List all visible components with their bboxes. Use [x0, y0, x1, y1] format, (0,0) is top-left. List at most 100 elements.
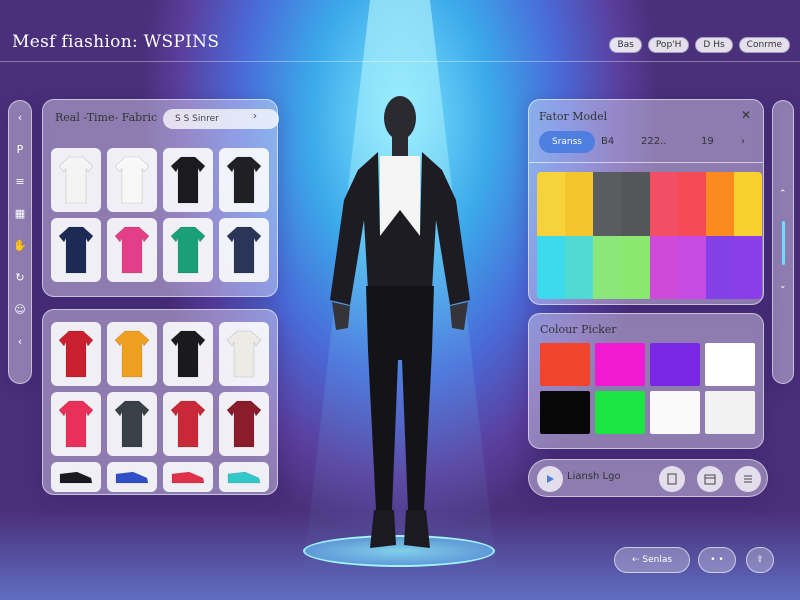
color-picker-grid — [540, 343, 755, 434]
palette-swatch[interactable] — [677, 172, 706, 236]
top-button-4[interactable]: Conrme — [738, 37, 790, 53]
chevron-down-icon[interactable]: ⌄ — [779, 281, 787, 291]
model-value-3: 19 — [701, 136, 714, 147]
hand-icon[interactable]: ✋ — [12, 237, 28, 255]
fabric-grid — [51, 148, 269, 282]
clothing-item[interactable] — [51, 392, 101, 456]
play-icon[interactable] — [537, 466, 563, 492]
close-icon[interactable]: ✕ — [741, 108, 751, 122]
clothing-item[interactable] — [107, 392, 157, 456]
chevron-up-icon[interactable]: ⌃ — [779, 189, 787, 199]
palette-swatch[interactable] — [677, 235, 706, 299]
color-swatch[interactable] — [705, 343, 755, 386]
person-icon[interactable]: P — [12, 141, 28, 159]
collapse-icon[interactable]: ‹ — [12, 333, 28, 351]
clothing-item[interactable] — [51, 322, 101, 386]
chevron-left-icon[interactable]: ‹ — [12, 109, 28, 127]
top-bar: Mesf fiashion: WSPINS Bas Pop'H D Hs Con… — [0, 0, 800, 62]
color-swatch[interactable] — [705, 391, 755, 434]
fabric-item[interactable] — [51, 148, 101, 212]
scroll-indicator[interactable] — [782, 221, 785, 265]
color-swatch[interactable] — [650, 391, 700, 434]
palette-swatch[interactable] — [705, 235, 734, 299]
clothing-panel — [42, 309, 278, 495]
top-button-1[interactable]: Bas — [609, 37, 642, 53]
model-panel-title: Fator Model — [539, 110, 608, 123]
palette-swatch[interactable] — [733, 235, 762, 299]
shoe-item[interactable] — [219, 462, 269, 492]
garment-icon — [226, 330, 262, 378]
color-picker-title: Colour Picker — [540, 323, 617, 336]
palette-swatch[interactable] — [593, 235, 622, 299]
palette-swatch[interactable] — [565, 235, 594, 299]
fabric-item[interactable] — [163, 218, 213, 282]
top-button-2[interactable]: Pop'H — [647, 37, 690, 53]
action-bar: Liansh Lgo — [528, 459, 768, 497]
palette-swatch[interactable] — [621, 172, 650, 236]
garment-icon — [58, 330, 94, 378]
palette-swatch[interactable] — [733, 172, 762, 236]
color-swatch[interactable] — [595, 343, 645, 386]
chevron-right-icon[interactable]: › — [741, 131, 745, 153]
fabric-item[interactable] — [219, 218, 269, 282]
fabric-item[interactable] — [219, 148, 269, 212]
garment-icon — [58, 400, 94, 448]
fabric-item[interactable] — [51, 218, 101, 282]
garment-icon — [170, 330, 206, 378]
palette-swatch[interactable] — [537, 172, 566, 236]
shoe-icon — [227, 471, 261, 484]
color-picker-panel: Colour Picker — [528, 313, 764, 449]
avatar-icon[interactable]: ☺ — [12, 301, 28, 319]
top-actions: Bas Pop'H D Hs Conrme — [609, 37, 790, 53]
arrow-icon: ⇠ — [631, 555, 643, 565]
color-swatch[interactable] — [650, 343, 700, 386]
clothing-item[interactable] — [219, 322, 269, 386]
more-button[interactable]: • • — [698, 547, 736, 573]
shoe-icon — [59, 471, 93, 484]
fabric-search-field[interactable]: S S Sinrer — [163, 109, 279, 129]
palette-swatch[interactable] — [565, 172, 594, 236]
top-button-3[interactable]: D Hs — [695, 37, 733, 53]
left-tool-rail: ‹ P ≡ ▦ ✋ ↻ ☺ ‹ — [8, 100, 32, 384]
shoe-item[interactable] — [51, 462, 101, 492]
grid-icon[interactable]: ▦ — [12, 205, 28, 223]
shoe-item[interactable] — [163, 462, 213, 492]
color-swatch[interactable] — [540, 391, 590, 434]
mannequin-figure[interactable] — [320, 90, 480, 560]
clothing-item[interactable] — [163, 322, 213, 386]
shoe-item[interactable] — [107, 462, 157, 492]
garment-icon — [226, 226, 262, 274]
model-tab-active[interactable]: Sranss — [539, 131, 595, 153]
fabric-item[interactable] — [163, 148, 213, 212]
fabric-item[interactable] — [107, 218, 157, 282]
color-swatch[interactable] — [540, 343, 590, 386]
clothing-item[interactable] — [107, 322, 157, 386]
palette-swatch[interactable] — [705, 172, 734, 236]
model-value-1: B4 — [601, 136, 615, 147]
chevron-right-icon[interactable]: › — [253, 111, 257, 122]
shoe-icon — [115, 471, 149, 484]
calendar-icon[interactable] — [697, 466, 723, 492]
garment-icon — [114, 400, 150, 448]
palette-swatch[interactable] — [621, 235, 650, 299]
garment-icon — [58, 156, 94, 204]
garment-icon — [170, 156, 206, 204]
color-swatch[interactable] — [595, 391, 645, 434]
refresh-icon[interactable]: ↻ — [12, 269, 28, 287]
clothing-item[interactable] — [163, 392, 213, 456]
document-icon[interactable] — [659, 466, 685, 492]
palette-swatch[interactable] — [649, 172, 678, 236]
palette-grid — [537, 172, 762, 299]
palette-swatch[interactable] — [593, 172, 622, 236]
garment-icon — [114, 226, 150, 274]
fabric-panel-title: Real -Time- Fabric — [55, 111, 158, 124]
clothing-item[interactable] — [219, 392, 269, 456]
fabric-item[interactable] — [107, 148, 157, 212]
settings-button[interactable]: ⇠ Senlas — [614, 547, 690, 573]
sliders-icon[interactable] — [735, 466, 761, 492]
palette-swatch[interactable] — [537, 235, 566, 299]
upload-button[interactable]: ⇪ — [746, 547, 774, 573]
layers-icon[interactable]: ≡ — [12, 173, 28, 191]
palette-swatch[interactable] — [649, 235, 678, 299]
garment-icon — [114, 156, 150, 204]
